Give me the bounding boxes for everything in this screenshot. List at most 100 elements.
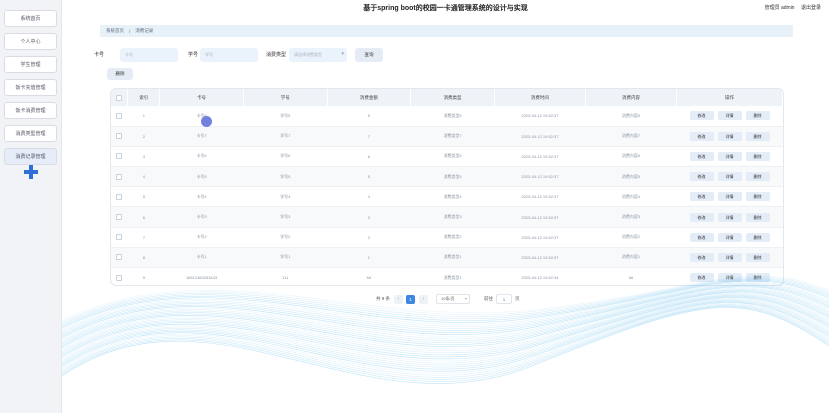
page-size-select[interactable]: 10条/页 ▾	[436, 294, 471, 304]
detail-button[interactable]: 详情	[717, 192, 742, 202]
detail-button[interactable]: 详情	[717, 232, 742, 242]
wave-line	[62, 300, 829, 368]
goto-page-input[interactable]: 1	[496, 294, 513, 304]
table-cell: 66	[585, 267, 677, 285]
card-input[interactable]: 卡号	[120, 48, 178, 62]
table-cell: 学号6	[243, 146, 328, 168]
edit-button[interactable]: 修改	[689, 172, 714, 182]
select-all-checkbox[interactable]	[116, 94, 123, 101]
edit-button[interactable]: 修改	[689, 232, 714, 242]
row-checkbox[interactable]	[116, 133, 123, 140]
header: 基于spring boot的校园一卡通管理系统的设计与实现 管理员 admin …	[62, 0, 829, 16]
sidebar-item-consumption[interactable]: 饭卡消费管理	[4, 102, 57, 119]
detail-button[interactable]: 详情	[717, 252, 742, 262]
row-select-cell[interactable]	[111, 126, 128, 147]
sidebar-item-students[interactable]: 学生管理	[4, 56, 57, 73]
type-select[interactable]: 请选择消费类型 ▾	[289, 48, 347, 62]
current-page[interactable]: 1	[406, 294, 416, 304]
edit-button[interactable]: 修改	[689, 273, 714, 283]
delete-row-button[interactable]: 删除	[745, 131, 770, 141]
sidebar: 系统首页 个人中心 学生管理 饭卡充值管理 饭卡消费管理 消费类型管理 消费记录…	[0, 0, 62, 413]
row-select-cell[interactable]	[111, 267, 128, 285]
column-header: 索引	[127, 89, 161, 106]
row-actions: 修改 详情 删除	[676, 106, 783, 127]
delete-row-button[interactable]: 删除	[745, 232, 770, 242]
delete-button[interactable]: 删除	[107, 68, 133, 80]
detail-button[interactable]: 详情	[717, 151, 742, 161]
delete-row-button[interactable]: 删除	[745, 151, 770, 161]
row-select-cell[interactable]	[111, 166, 128, 188]
detail-button[interactable]: 详情	[717, 111, 742, 121]
table-cell: 6	[327, 146, 411, 168]
page-size-value: 10条/页	[441, 296, 455, 301]
query-button[interactable]: 查询	[355, 48, 383, 62]
table-cell: 消费类型2	[410, 227, 495, 248]
table-row: 7 卡号2 学号2 2 消费类型2 2023-04-12 19:52:37 消费内容2 修改详…	[111, 227, 783, 248]
row-checkbox[interactable]	[116, 112, 123, 119]
row-select-cell[interactable]	[111, 206, 128, 228]
edit-button[interactable]: 修改	[689, 192, 714, 202]
sidebar-item-consumption-type[interactable]: 消费类型管理	[4, 125, 57, 142]
edit-button[interactable]: 修改	[689, 151, 714, 161]
table-cell: 消费类型4	[410, 186, 495, 208]
table-cell: 学号3	[243, 206, 328, 228]
edit-button[interactable]: 修改	[689, 252, 714, 262]
table-cell: 学号2	[243, 227, 328, 248]
goto-suffix: 页	[515, 296, 520, 301]
row-select-cell[interactable]	[111, 146, 128, 168]
goto-prefix: 前往	[484, 296, 494, 301]
detail-button[interactable]: 详情	[717, 131, 742, 141]
delete-row-button[interactable]: 删除	[745, 212, 770, 222]
sidebar-item-home[interactable]: 系统首页	[4, 10, 57, 27]
row-checkbox[interactable]	[116, 193, 123, 200]
row-checkbox[interactable]	[116, 214, 123, 221]
row-select-cell[interactable]	[111, 186, 128, 208]
next-page-icon[interactable]: ›	[419, 294, 429, 304]
table-cell: 卡号5	[159, 166, 244, 188]
row-checkbox[interactable]	[116, 173, 123, 180]
student-input[interactable]: 学号	[200, 48, 258, 62]
sidebar-item-profile[interactable]: 个人中心	[4, 33, 57, 50]
edit-button[interactable]: 修改	[689, 212, 714, 222]
row-select-cell[interactable]	[111, 227, 128, 248]
row-select-cell[interactable]	[111, 247, 128, 269]
table-cell: 2	[327, 227, 411, 248]
sidebar-item-recharge[interactable]: 饭卡充值管理	[4, 79, 57, 96]
table-cell: 消费内容6	[585, 146, 677, 168]
table-row: 4 卡号5 学号5 5 消费类型5 2023-04-12 19:52:37 消费内容5 修改详…	[111, 166, 783, 188]
wave-line	[62, 303, 829, 376]
row-checkbox[interactable]	[116, 254, 123, 261]
wave-line	[62, 298, 829, 364]
table-cell: 消费类型5	[410, 106, 495, 127]
wave-line	[62, 295, 829, 356]
edit-button[interactable]: 修改	[689, 111, 714, 121]
prev-page-icon[interactable]: ‹	[394, 294, 404, 304]
delete-row-button[interactable]: 删除	[745, 172, 770, 182]
table-cell: 66	[327, 267, 411, 285]
detail-button[interactable]: 详情	[717, 273, 742, 283]
table-cell: 2	[127, 126, 160, 147]
wave-line	[62, 305, 829, 380]
breadcrumb-home[interactable]: 系统首页	[106, 28, 124, 34]
table-cell: 5	[327, 106, 411, 127]
chevron-down-icon: ▾	[341, 51, 344, 57]
delete-row-button[interactable]: 删除	[745, 111, 770, 121]
table-cell: 消费内容5	[585, 166, 677, 188]
row-select-cell[interactable]	[111, 106, 128, 127]
table-cell: 消费内容2	[585, 227, 677, 248]
sidebar-item-consumption-records[interactable]: 消费记录管理	[4, 148, 57, 165]
logout-link[interactable]: 退出登录	[801, 5, 821, 11]
table-row: 6 卡号3 学号3 3 消费类型3 2023-04-12 19:52:37 消费内容3 修改详…	[111, 206, 783, 228]
detail-button[interactable]: 详情	[717, 172, 742, 182]
delete-row-button[interactable]: 删除	[745, 252, 770, 262]
delete-row-button[interactable]: 删除	[745, 192, 770, 202]
breadcrumb-separator: /	[129, 28, 131, 34]
delete-row-button[interactable]: 删除	[745, 273, 770, 283]
detail-button[interactable]: 详情	[717, 212, 742, 222]
row-checkbox[interactable]	[116, 274, 123, 281]
select-all-header[interactable]	[111, 89, 129, 106]
type-label: 消费类型	[266, 52, 287, 58]
row-checkbox[interactable]	[116, 153, 123, 160]
row-checkbox[interactable]	[116, 234, 123, 241]
edit-button[interactable]: 修改	[689, 131, 714, 141]
